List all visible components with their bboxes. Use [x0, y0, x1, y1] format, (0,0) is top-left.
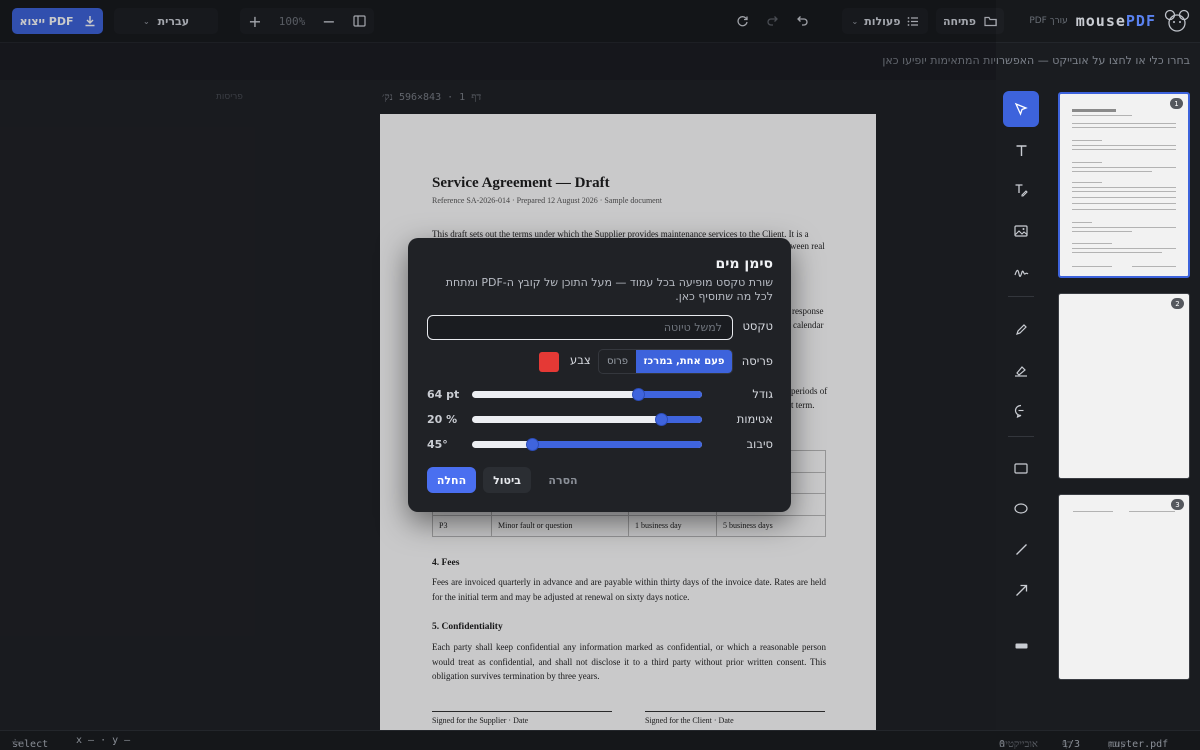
dialog-title: סימן מים	[715, 256, 773, 272]
rectangle-icon	[1014, 462, 1028, 474]
tool-redact[interactable]	[1003, 628, 1039, 664]
edit-text-icon	[1015, 183, 1028, 197]
cursor-coordinates: x — · y —	[76, 735, 131, 746]
pen-icon	[1015, 323, 1027, 335]
text-label: טקסט	[742, 319, 773, 333]
rotation-value: 45°	[427, 438, 448, 451]
watermark-text-input[interactable]	[427, 315, 733, 340]
tool-signature[interactable]	[1003, 254, 1039, 290]
opacity-slider[interactable]	[472, 413, 702, 426]
highlighter-icon	[1015, 365, 1027, 377]
rotation-label: סיבוב	[746, 437, 773, 451]
layout-segmented-control: פעם אחת, במרכז פרוס	[598, 349, 733, 374]
apply-button[interactable]: החלה	[427, 467, 476, 493]
mouse-logo-icon	[1164, 9, 1190, 32]
tool-image[interactable]	[1003, 213, 1039, 249]
slider-handle[interactable]	[525, 438, 539, 451]
page-thumbnail[interactable]: 3	[1058, 494, 1190, 680]
tool-highlighter[interactable]	[1003, 352, 1039, 388]
thumbnail-number: 3	[1171, 499, 1184, 510]
tool-text[interactable]	[1003, 132, 1039, 168]
opacity-label: אטימות	[736, 412, 773, 426]
color-label: צבע	[570, 353, 591, 367]
remove-button[interactable]: הסרה	[538, 467, 588, 493]
slider-fill	[637, 391, 702, 398]
size-slider[interactable]	[472, 388, 702, 401]
objects-label: אובייקטים	[999, 739, 1038, 750]
file-label: קובץ	[1108, 739, 1126, 750]
page-status-label: דף	[1062, 739, 1072, 750]
tool-pen[interactable]	[1003, 311, 1039, 347]
app-subtitle: עורך PDF	[1029, 16, 1068, 26]
arrow-icon	[1015, 584, 1027, 596]
tool-rectangle[interactable]	[1003, 450, 1039, 486]
tool-arrow[interactable]	[1003, 572, 1039, 608]
color-swatch[interactable]	[539, 352, 559, 372]
opacity-value: 20 %	[427, 413, 458, 426]
cancel-button[interactable]: ביטול	[483, 467, 531, 493]
slider-fill	[531, 441, 702, 448]
app-name: mousePDF	[1076, 12, 1156, 30]
app-name-prefix: mouse	[1075, 12, 1126, 30]
thumbnail-number: 1	[1170, 98, 1183, 109]
page-thumbnail[interactable]: 2	[1058, 293, 1190, 479]
dialog-description: שורת טקסט מופיעה בכל עמוד — מעל התוכן של…	[445, 276, 773, 303]
layout-option-tiled[interactable]: פרוס	[599, 350, 636, 373]
app-name-suffix: PDF	[1125, 12, 1156, 30]
layout-option-center[interactable]: פעם אחת, במרכז	[636, 350, 732, 373]
size-label: גודל	[752, 387, 773, 401]
line-icon	[1015, 543, 1027, 555]
signature-icon	[1013, 269, 1028, 277]
tool-line[interactable]	[1003, 531, 1039, 567]
slider-handle[interactable]	[631, 388, 645, 401]
status-bar: select כלי x — · y — 0 אובייקטים 1/3 דף …	[0, 730, 1200, 750]
tool-edit-text[interactable]	[1003, 172, 1039, 208]
page-thumbnail[interactable]: 1	[1058, 92, 1190, 278]
tool-select[interactable]	[1003, 91, 1039, 127]
tool-comment[interactable]	[1003, 393, 1039, 429]
app-brand: mousePDF עורך PDF	[1029, 6, 1190, 36]
watermark-dialog: סימן מים שורת טקסט מופיעה בכל עמוד — מעל…	[408, 238, 791, 512]
image-icon	[1014, 225, 1028, 237]
tool-ellipse[interactable]	[1003, 490, 1039, 526]
slider-handle[interactable]	[654, 413, 668, 426]
text-icon	[1016, 144, 1026, 156]
select-icon	[1014, 102, 1028, 116]
tool-divider	[1008, 436, 1034, 437]
redact-icon	[1015, 643, 1027, 649]
tool-divider	[1008, 296, 1034, 297]
tool-status-label: כלי	[12, 739, 25, 750]
size-value: 64 pt	[427, 388, 460, 401]
rotation-slider[interactable]	[472, 438, 702, 451]
ellipse-icon	[1014, 502, 1028, 514]
layout-label: פריסה	[741, 354, 773, 368]
comment-icon	[1014, 404, 1024, 418]
thumbnail-number: 2	[1171, 298, 1184, 309]
